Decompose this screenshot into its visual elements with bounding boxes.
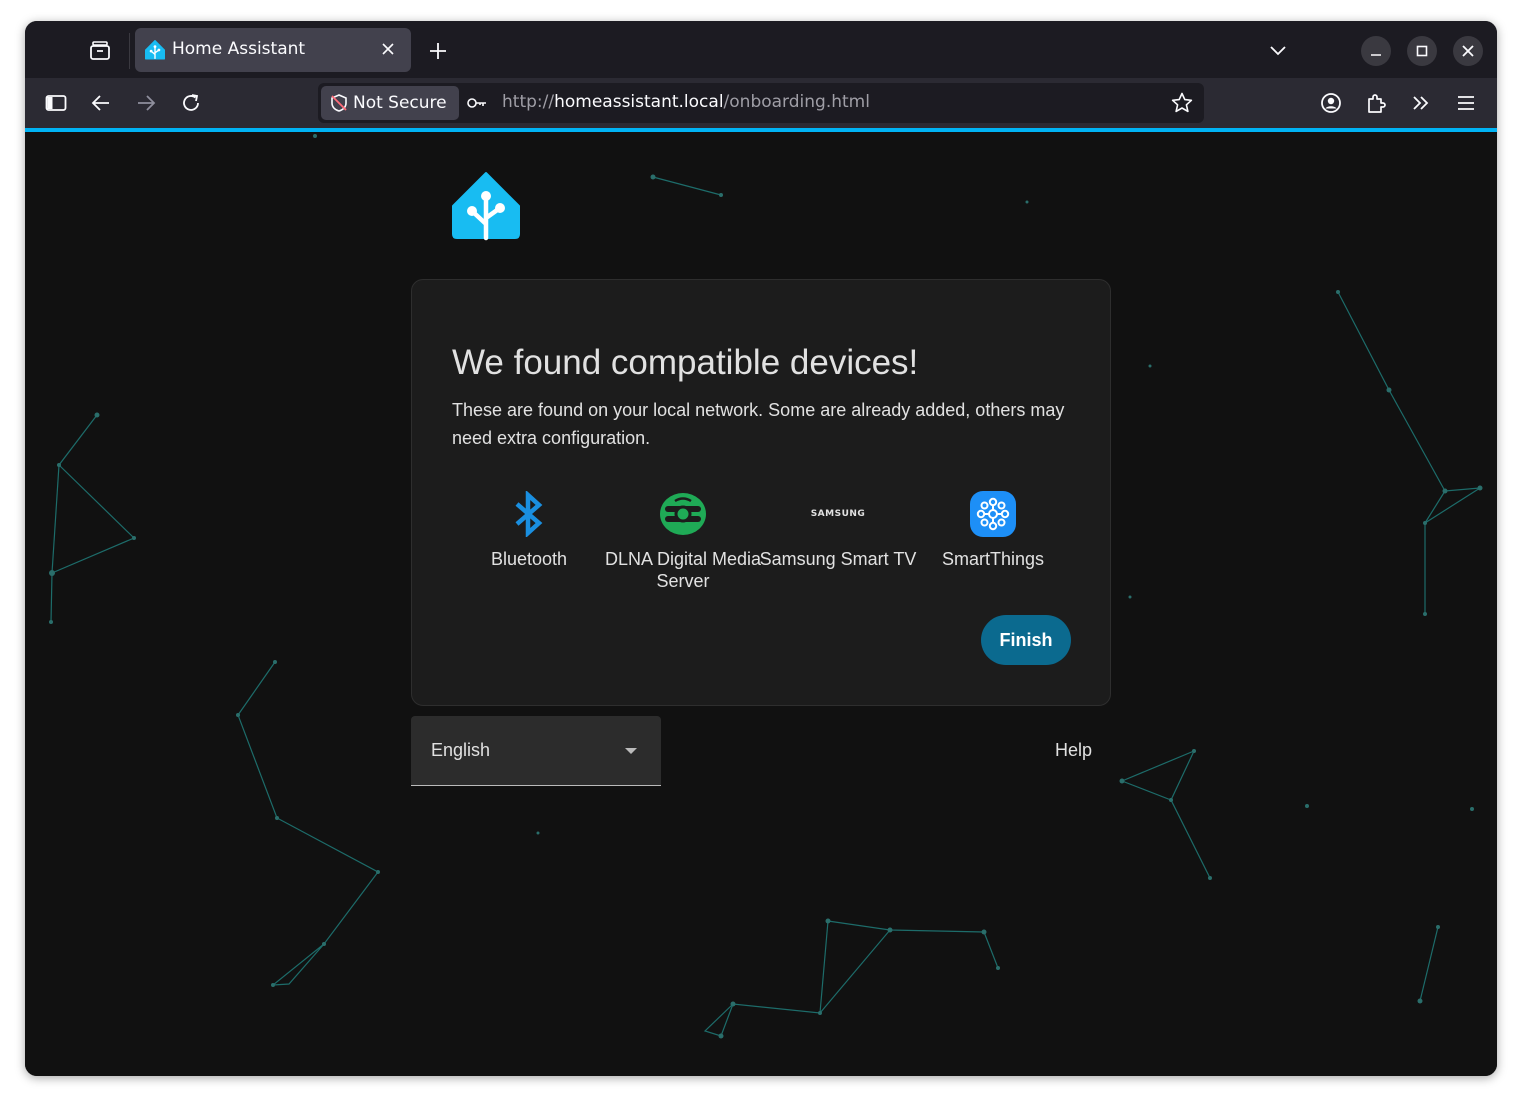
tab-strip: Home Assistant bbox=[25, 21, 1497, 78]
forward-arrow-icon[interactable] bbox=[133, 90, 159, 116]
minimize-icon[interactable] bbox=[1361, 36, 1391, 66]
bluetooth-icon bbox=[505, 490, 553, 538]
samsung-logo: SAMSUNG bbox=[811, 490, 865, 538]
url-text[interactable]: http://homeassistant.local/onboarding.ht… bbox=[502, 92, 870, 112]
device-dlna[interactable]: DLNA Digital Media Server bbox=[603, 490, 763, 592]
card-title: We found compatible devices! bbox=[452, 343, 919, 382]
device-name: SmartThings bbox=[941, 549, 1045, 569]
close-window-icon[interactable] bbox=[1453, 36, 1483, 66]
dlna-icon bbox=[659, 490, 707, 538]
device-name: Samsung Smart TV bbox=[759, 549, 917, 569]
list-all-tabs-chevron-down-icon[interactable] bbox=[1265, 38, 1291, 64]
page-content: We found compatible devices! These are f… bbox=[25, 132, 1497, 1076]
device-bluetooth[interactable]: Bluetooth bbox=[449, 490, 609, 570]
help-link[interactable]: Help bbox=[1055, 740, 1092, 761]
hamburger-menu-icon[interactable] bbox=[1453, 90, 1479, 116]
device-smartthings[interactable]: SmartThings bbox=[913, 490, 1073, 570]
device-samsung-tv[interactable]: SAMSUNG Samsung Smart TV bbox=[758, 490, 918, 570]
more-tools-chevrons-icon[interactable] bbox=[1408, 90, 1434, 116]
tab-home-assistant[interactable]: Home Assistant bbox=[135, 28, 411, 72]
device-name: Bluetooth bbox=[490, 549, 568, 569]
extensions-puzzle-icon[interactable] bbox=[1363, 90, 1389, 116]
account-icon[interactable] bbox=[1318, 90, 1344, 116]
not-secure-label: Not Secure bbox=[353, 93, 447, 113]
url-host: homeassistant.local bbox=[554, 92, 724, 112]
url-path: /onboarding.html bbox=[723, 92, 870, 112]
new-tab-plus-icon[interactable] bbox=[425, 38, 451, 64]
back-arrow-icon[interactable] bbox=[88, 90, 114, 116]
url-bar[interactable]: Not Secure http://homeassistant.local/on… bbox=[318, 83, 1204, 123]
dropdown-arrow-icon bbox=[625, 748, 637, 754]
navigation-toolbar: Not Secure http://homeassistant.local/on… bbox=[25, 78, 1497, 128]
sidebar-toggle-icon[interactable] bbox=[43, 90, 69, 116]
tab-separator bbox=[129, 33, 130, 69]
url-scheme: http:// bbox=[502, 92, 555, 112]
home-assistant-favicon-icon bbox=[145, 40, 165, 60]
close-tab-icon[interactable] bbox=[377, 38, 399, 60]
reload-icon[interactable] bbox=[178, 90, 204, 116]
not-secure-button[interactable]: Not Secure bbox=[321, 86, 459, 120]
key-icon[interactable] bbox=[466, 93, 488, 113]
language-value: English bbox=[431, 740, 491, 760]
tab-overview-icon[interactable] bbox=[87, 38, 113, 64]
tab-title: Home Assistant bbox=[172, 39, 306, 59]
smartthings-icon bbox=[969, 490, 1017, 538]
maximize-icon[interactable] bbox=[1407, 36, 1437, 66]
device-name: DLNA Digital Media Server bbox=[604, 549, 762, 591]
finish-button[interactable]: Finish bbox=[981, 615, 1071, 665]
samsung-logo-text: SAMSUNG bbox=[810, 509, 866, 519]
browser-window: Home Assistant Not Secure http://homeass… bbox=[25, 21, 1497, 1076]
card-description: These are found on your local network. S… bbox=[452, 400, 1065, 448]
bookmark-star-icon[interactable] bbox=[1170, 91, 1194, 115]
language-select[interactable]: English bbox=[411, 716, 661, 786]
home-assistant-logo-icon bbox=[450, 170, 522, 242]
shield-slash-icon bbox=[329, 93, 349, 113]
onboarding-card: We found compatible devices! These are f… bbox=[411, 279, 1111, 706]
